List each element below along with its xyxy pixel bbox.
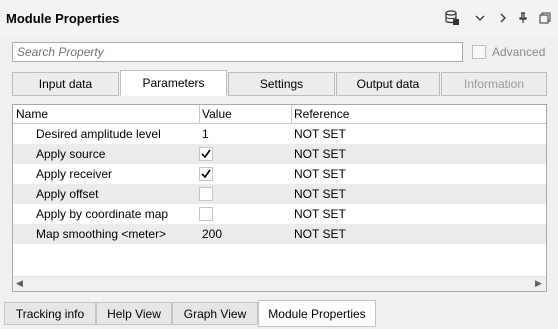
search-input[interactable] — [12, 42, 463, 62]
bottom-tab-help-view[interactable]: Help View — [96, 302, 172, 325]
scroll-left-icon[interactable]: ◀ — [16, 278, 23, 289]
scroll-right-icon[interactable]: ▶ — [535, 278, 542, 289]
tab-parameters[interactable]: Parameters — [120, 70, 227, 96]
apply-source-checkbox[interactable] — [199, 147, 213, 161]
bottom-tab-graph-view[interactable]: Graph View — [172, 302, 258, 325]
database-lock-icon[interactable] — [443, 10, 461, 26]
apply-receiver-checkbox[interactable] — [199, 167, 213, 181]
bottom-tab-tracking-info[interactable]: Tracking info — [4, 302, 96, 325]
table-row[interactable]: Apply source NOT SET — [13, 144, 546, 164]
tab-input-data[interactable]: Input data — [12, 72, 119, 96]
tab-output-data[interactable]: Output data — [336, 72, 440, 96]
title-bar: Module Properties — [0, 0, 558, 36]
horizontal-scrollbar[interactable]: ◀ ▶ — [13, 276, 546, 291]
property-reference[interactable]: NOT SET — [294, 127, 346, 141]
bottom-tab-module-properties[interactable]: Module Properties — [258, 300, 376, 327]
property-name: Map smoothing <meter> — [36, 227, 167, 241]
property-name: Apply by coordinate map — [36, 207, 169, 221]
table-row[interactable]: Apply offset NOT SET — [13, 184, 546, 204]
tab-information: Information — [441, 72, 547, 96]
advanced-checkbox[interactable] — [472, 45, 486, 59]
table-row[interactable]: Desired amplitude level 1 NOT SET — [13, 124, 546, 144]
chevron-down-icon[interactable] — [474, 10, 486, 26]
property-grid: Name Value Reference Desired amplitude l… — [12, 104, 547, 292]
property-reference[interactable]: NOT SET — [294, 227, 346, 241]
property-name: Apply source — [36, 147, 106, 161]
panel-title: Module Properties — [6, 11, 120, 26]
grid-header: Name Value Reference — [13, 105, 546, 124]
table-row[interactable]: Apply by coordinate map NOT SET — [13, 204, 546, 224]
apply-by-coordinate-map-checkbox[interactable] — [199, 207, 213, 221]
column-header-reference[interactable]: Reference — [294, 107, 349, 121]
column-header-value[interactable]: Value — [202, 107, 232, 121]
property-value[interactable]: 200 — [202, 227, 222, 241]
table-row[interactable]: Map smoothing <meter> 200 NOT SET — [13, 224, 546, 244]
advanced-label: Advanced — [492, 45, 546, 59]
property-reference[interactable]: NOT SET — [294, 207, 346, 221]
restore-icon[interactable] — [538, 10, 552, 26]
property-name: Apply receiver — [36, 167, 113, 181]
property-reference[interactable]: NOT SET — [294, 187, 346, 201]
column-divider[interactable] — [291, 105, 292, 123]
pin-icon[interactable] — [517, 10, 529, 26]
advanced-toggle[interactable]: Advanced — [472, 45, 545, 59]
table-row[interactable]: Apply receiver NOT SET — [13, 164, 546, 184]
property-value[interactable]: 1 — [202, 127, 209, 141]
chevron-right-icon[interactable] — [497, 10, 509, 26]
property-name: Desired amplitude level — [36, 127, 161, 141]
tab-settings[interactable]: Settings — [228, 72, 335, 96]
property-reference[interactable]: NOT SET — [294, 147, 346, 161]
column-header-name[interactable]: Name — [16, 107, 48, 121]
apply-offset-checkbox[interactable] — [199, 187, 213, 201]
column-divider[interactable] — [199, 105, 200, 123]
property-reference[interactable]: NOT SET — [294, 167, 346, 181]
property-name: Apply offset — [36, 187, 99, 201]
